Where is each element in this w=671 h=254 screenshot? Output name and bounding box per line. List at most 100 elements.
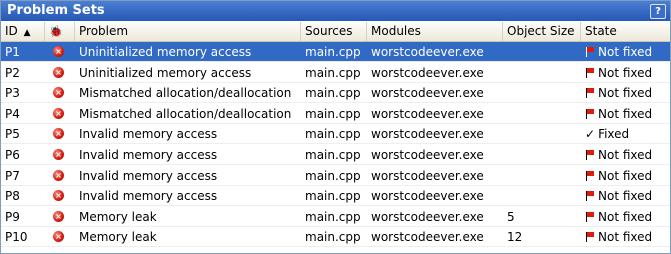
problem-state-label: Not fixed [598, 168, 653, 183]
problem-module: worstcodeever.exe [371, 168, 484, 183]
error-icon: × [53, 128, 64, 140]
problem-module: worstcodeever.exe [371, 106, 484, 121]
problem-object-size: 5 [507, 209, 515, 224]
problem-module: worstcodeever.exe [371, 230, 484, 245]
problem-source: main.cpp [305, 127, 361, 142]
problem-name: Uninitialized memory access [79, 45, 252, 59]
problem-id: P6 [5, 148, 20, 162]
problem-state: Not fixed [581, 207, 670, 227]
table-row[interactable]: P5 Invalid memory access main.cpp worstcode… [1, 124, 670, 145]
table-row[interactable]: P8 Invalid memory access main.cpp worstcode… [1, 186, 670, 207]
column-header-modules[interactable]: Modules [367, 22, 503, 41]
column-header-state[interactable]: State [581, 22, 670, 41]
problem-state: Not fixed [581, 227, 670, 247]
error-icon: × [53, 149, 64, 160]
problem-source: main.cpp [305, 148, 361, 162]
flag-icon [585, 47, 595, 57]
panel-title: Problem Sets [7, 3, 105, 18]
problem-id: P2 [5, 65, 20, 80]
problem-state-label: Not fixed [598, 106, 653, 121]
table-row[interactable]: P7 Invalid memory access main.cpp worstcode… [1, 166, 670, 186]
problem-object-size [503, 166, 581, 186]
problem-source: main.cpp [305, 209, 361, 224]
problem-name: Mismatched allocation/deallocation [79, 106, 292, 121]
problem-source: main.cpp [305, 86, 361, 101]
column-header-object-size[interactable]: Object Size [503, 22, 581, 41]
column-header-type-icon[interactable]: 🐞 [45, 22, 75, 41]
table-row[interactable]: P4 Mismatched allocation/deallocation main… [1, 104, 670, 124]
problem-module: worstcodeever.exe [371, 209, 484, 224]
problem-id: P8 [5, 189, 20, 204]
column-header-problem[interactable]: Problem [75, 22, 301, 41]
error-icon: × [53, 46, 64, 57]
table-row[interactable]: P3 Mismatched allocation/deallocation main… [1, 83, 670, 104]
flag-icon [585, 88, 595, 99]
table-header: ID ▲ 🐞 Problem Sources Modules Object Si… [1, 22, 670, 42]
error-icon: × [53, 169, 64, 181]
problem-id: P5 [5, 127, 20, 142]
problem-module: worstcodeever.exe [371, 189, 484, 204]
problem-name: Invalid memory access [79, 148, 218, 162]
problem-state-label: Not fixed [598, 230, 653, 245]
problem-state-label: Not fixed [598, 148, 653, 162]
problem-state-label: Not fixed [598, 45, 653, 59]
table-row[interactable]: P6 Invalid memory access main.cpp worstcode… [1, 145, 670, 165]
problem-source: main.cpp [305, 106, 361, 121]
table-row[interactable]: P2 Uninitialized memory access main.cpp wor… [1, 63, 670, 83]
error-icon: × [53, 87, 64, 99]
error-icon: × [53, 66, 64, 78]
problem-state: Not fixed [581, 83, 670, 103]
problem-object-size [503, 145, 581, 165]
problem-state: Not fixed [581, 42, 670, 62]
flag-icon [585, 232, 595, 243]
problem-state: Not fixed [581, 63, 670, 83]
error-icon: × [53, 190, 64, 202]
problem-object-size [503, 124, 581, 144]
table-row[interactable]: P10 Memory leak main.cpp worstcodeever.exe 1… [1, 227, 670, 248]
problem-state: Not fixed [581, 145, 670, 165]
problem-object-size [503, 104, 581, 124]
problem-module: worstcodeever.exe [371, 127, 484, 142]
problem-source: main.cpp [305, 230, 361, 245]
problem-module: worstcodeever.exe [371, 45, 484, 59]
table-row[interactable]: P9 Memory leak main.cpp worstcodeever.exe 5 ×… [1, 207, 670, 227]
problem-module: worstcodeever.exe [371, 86, 484, 101]
flag-icon [585, 150, 595, 160]
error-icon: × [53, 231, 64, 243]
problem-object-size [503, 83, 581, 103]
problem-name: Uninitialized memory access [79, 65, 252, 80]
problem-id: P3 [5, 86, 20, 101]
problem-source: main.cpp [305, 45, 361, 59]
flag-icon [585, 67, 595, 78]
problem-source: main.cpp [305, 168, 361, 183]
problem-source: main.cpp [305, 189, 361, 204]
check-icon: ✓ [585, 127, 596, 142]
sort-ascending-icon: ▲ [23, 28, 31, 38]
column-header-id[interactable]: ID ▲ [1, 22, 45, 41]
flag-icon [585, 191, 595, 202]
problem-id: P1 [5, 45, 20, 59]
problem-name: Memory leak [79, 230, 157, 245]
problem-id: P4 [5, 106, 20, 121]
bug-icon: 🐞 [49, 25, 63, 38]
problem-state-label: Not fixed [598, 65, 653, 80]
flag-icon [585, 108, 595, 119]
problem-object-size [503, 63, 581, 83]
table-row[interactable]: P1 Uninitialized memory access main.cpp wor… [1, 42, 670, 62]
problem-id: P10 [5, 230, 28, 245]
error-icon: × [53, 107, 64, 119]
problem-state: Not fixed [581, 166, 670, 186]
problem-name: Mismatched allocation/deallocation [79, 86, 292, 101]
problem-state: Not fixed [581, 186, 670, 206]
help-button[interactable]: ? [650, 4, 666, 19]
problem-state-label: Not fixed [598, 86, 653, 101]
problem-name: Invalid memory access [79, 189, 218, 204]
column-header-sources[interactable]: Sources [301, 22, 367, 41]
problem-object-size: 12 [507, 230, 523, 245]
problem-name: Invalid memory access [79, 127, 218, 142]
column-header-id-label: ID [5, 24, 18, 38]
panel-title-bar: Problem Sets ? [1, 1, 670, 21]
problem-id: P7 [5, 168, 20, 183]
problem-state-label: Fixed [598, 127, 630, 142]
problem-module: worstcodeever.exe [371, 148, 484, 162]
